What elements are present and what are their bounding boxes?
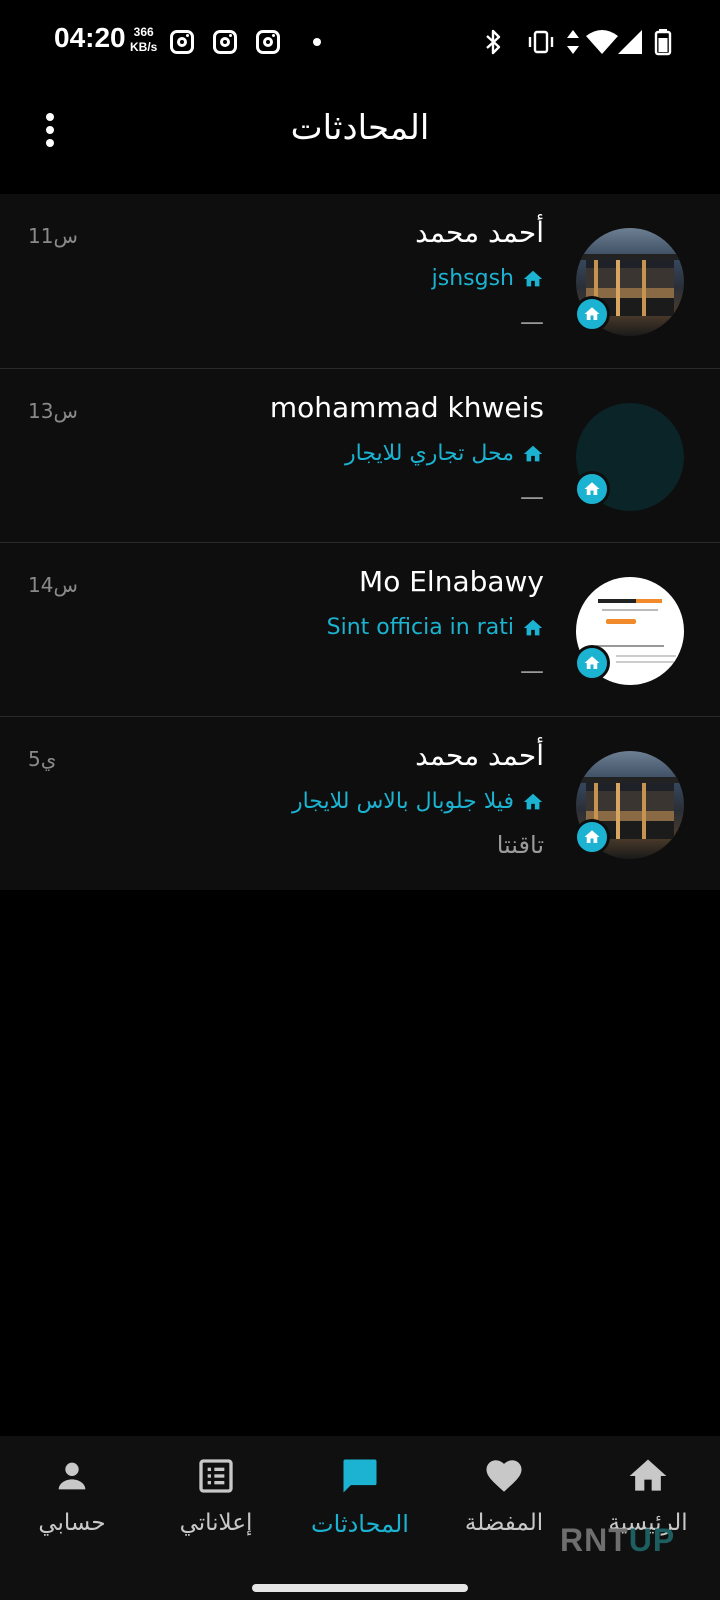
network-speed-value: 366 — [133, 25, 154, 39]
home-badge-icon — [574, 645, 610, 681]
heart-icon — [486, 1460, 522, 1492]
nav-label: المفضلة — [464, 1510, 544, 1536]
conversation-name: أحمد محمد — [415, 216, 544, 249]
rntup-watermark: RNTUP — [560, 1522, 675, 1559]
home-badge-icon — [574, 296, 610, 332]
watermark-part2: UP — [628, 1522, 676, 1558]
home-badge-icon — [574, 471, 610, 507]
conversation-time: 14س — [28, 573, 78, 597]
nav-item-account[interactable]: حسابي — [0, 1454, 144, 1554]
person-icon — [58, 1462, 86, 1490]
nav-item-my-ads[interactable]: إعلاناتي — [144, 1454, 288, 1554]
conversation-list: أحمد محمد jshsgsh — 11س mohammad khweis … — [0, 194, 720, 890]
home-icon — [629, 1459, 667, 1491]
conversation-ad: محل تجاري للايجار — [345, 441, 544, 466]
list-alt-icon — [199, 1459, 233, 1493]
bluetooth-icon — [486, 29, 501, 55]
watermark-part1: RNT — [560, 1522, 629, 1558]
wifi-icon — [586, 30, 618, 54]
conversation-item[interactable]: mohammad khweis محل تجاري للايجار — 13س — [0, 368, 720, 542]
conversation-time: 11س — [28, 224, 78, 248]
nav-label: المحادثات — [311, 1510, 409, 1538]
signal-icon — [618, 30, 642, 54]
conversation-item[interactable]: أحمد محمد فيلا جلوبال بالاس للايجار تاقن… — [0, 716, 720, 890]
last-message: تاقنتا — [496, 831, 544, 859]
home-indicator[interactable] — [252, 1584, 468, 1592]
network-speed-unit: KB/s — [130, 40, 158, 54]
nav-item-favorites[interactable]: المفضلة — [432, 1454, 576, 1554]
conversation-time: 13س — [28, 399, 78, 423]
conversation-name: Mo Elnabawy — [359, 565, 544, 598]
page-title: المحادثات — [290, 108, 430, 148]
notification-dot-icon — [313, 38, 321, 46]
app-header: المحادثات — [0, 84, 720, 190]
conversation-name: أحمد محمد — [415, 739, 544, 772]
instagram-icon — [256, 30, 280, 54]
home-badge-icon — [574, 819, 610, 855]
instagram-icon — [170, 30, 194, 54]
conversation-ad: فيلا جلوبال بالاس للايجار — [292, 789, 544, 814]
last-message: — — [520, 483, 544, 511]
conversation-time: 5ي — [28, 747, 57, 771]
ad-title: Sint officia in rati — [326, 615, 514, 640]
conversation-item[interactable]: أحمد محمد jshsgsh — 11س — [0, 194, 720, 368]
chat-icon — [343, 1459, 377, 1493]
instagram-icon — [213, 30, 237, 54]
status-time: 04:20 — [54, 22, 126, 53]
ad-title: jshsgsh — [431, 266, 514, 291]
last-message: — — [520, 657, 544, 685]
nav-item-chats[interactable]: المحادثات — [288, 1454, 432, 1554]
data-arrows-icon — [567, 30, 579, 54]
bottom-nav: حسابي إعلاناتي المحادثات المفضلة الرئيسي… — [0, 1436, 720, 1600]
ad-title: محل تجاري للايجار — [345, 441, 514, 466]
conversation-ad: Sint officia in rati — [327, 615, 544, 640]
conversation-name: mohammad khweis — [269, 391, 544, 424]
conversation-item[interactable]: Mo Elnabawy Sint officia in rati — 14س — [0, 542, 720, 716]
home-icon — [523, 793, 543, 809]
nav-label: إعلاناتي — [179, 1510, 253, 1536]
status-bar: 04:20 366 KB/s — [0, 0, 720, 84]
home-icon — [523, 445, 543, 461]
nav-label: حسابي — [38, 1510, 106, 1536]
ad-title: فيلا جلوبال بالاس للايجار — [291, 789, 514, 814]
last-message: — — [520, 308, 544, 336]
vibrate-icon — [528, 30, 554, 54]
network-speed: 366 KB/s — [130, 25, 157, 55]
home-icon — [523, 619, 543, 635]
conversation-ad: jshsgsh — [432, 266, 544, 291]
battery-icon — [654, 29, 672, 56]
home-icon — [523, 270, 543, 286]
